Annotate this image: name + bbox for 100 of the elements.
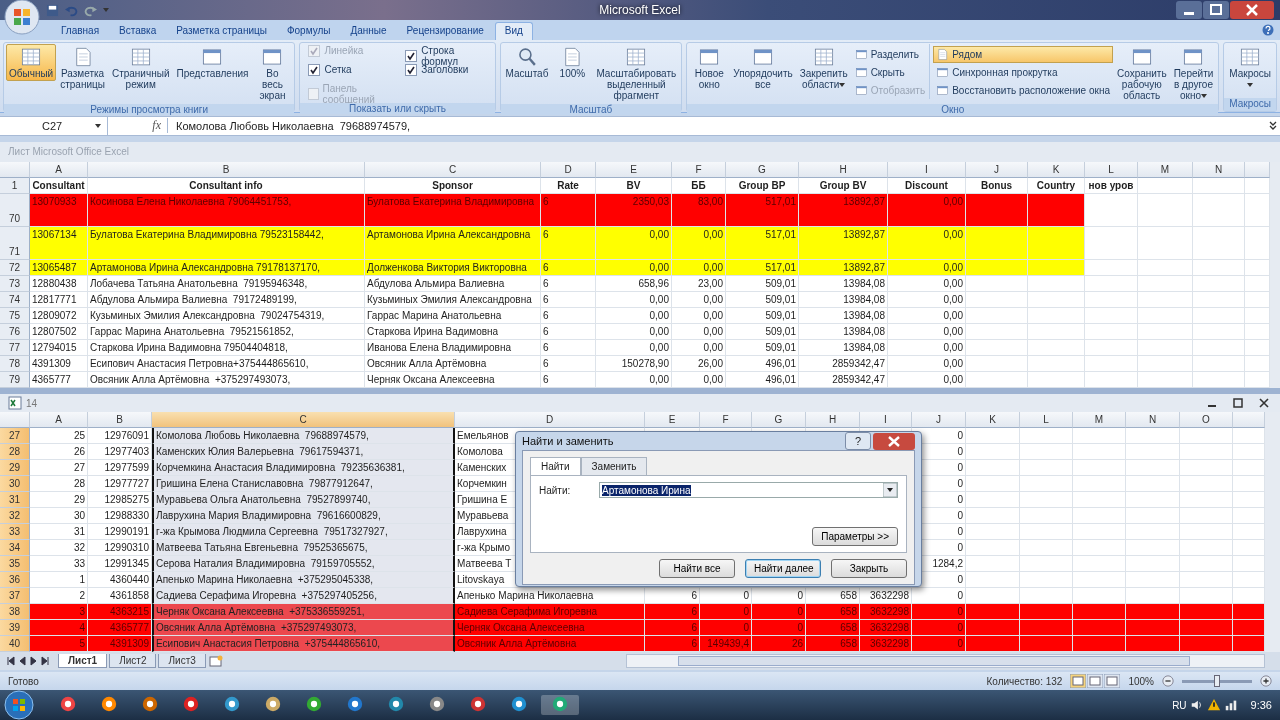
- row-header[interactable]: 29: [0, 460, 30, 477]
- column-header[interactable]: O: [1180, 412, 1233, 429]
- column-header[interactable]: A: [30, 412, 88, 429]
- sheet-tab[interactable]: Лист1: [58, 654, 108, 669]
- ribbon-button[interactable]: Макросы: [1226, 43, 1274, 92]
- scrollbar[interactable]: [1270, 161, 1280, 389]
- ribbon-button[interactable]: Обычный: [6, 43, 57, 81]
- new-sheet-icon[interactable]: [207, 655, 224, 668]
- ribbon-button[interactable]: Масштабировать выделенный фрагмент: [593, 43, 680, 103]
- zoom-in-icon[interactable]: [1260, 675, 1272, 688]
- column-header[interactable]: N: [1126, 412, 1180, 429]
- start-button[interactable]: [4, 690, 34, 720]
- expand-icon[interactable]: [1268, 119, 1278, 132]
- ribbon-button[interactable]: Перейти в другое окно: [1170, 43, 1217, 103]
- app-icon[interactable]: [141, 695, 159, 713]
- restore-icon[interactable]: [1232, 397, 1244, 410]
- checkbox-option[interactable]: Сетка: [308, 63, 396, 76]
- row-header[interactable]: 31: [0, 492, 30, 509]
- ribbon-tab[interactable]: Главная: [52, 22, 109, 40]
- sheet-tab[interactable]: Лист2: [109, 654, 157, 669]
- find-field[interactable]: Артамонова Ирина: [599, 482, 898, 499]
- row-header[interactable]: 37: [0, 588, 30, 605]
- ribbon-button[interactable]: Новое окно: [689, 43, 730, 92]
- checkbox[interactable]: [308, 63, 321, 76]
- zoom-level[interactable]: 100%: [1128, 675, 1154, 687]
- network-icon[interactable]: [1223, 698, 1238, 712]
- row-header[interactable]: 27: [0, 428, 30, 445]
- ribbon-button[interactable]: Синхронная прокрутка: [933, 63, 1113, 81]
- ribbon-button[interactable]: Масштаб: [502, 43, 552, 81]
- column-header[interactable]: C: [152, 412, 455, 429]
- maximize-button[interactable]: [1203, 1, 1229, 19]
- ribbon-button[interactable]: Восстановить расположение окна: [933, 81, 1113, 99]
- function-button[interactable]: fx: [108, 118, 168, 134]
- ribbon-tab[interactable]: Данные: [341, 22, 396, 40]
- ribbon-button[interactable]: Представления: [173, 43, 252, 81]
- ribbon-tab[interactable]: Разметка страницы: [167, 22, 276, 40]
- warning-icon[interactable]: [1206, 698, 1221, 712]
- close-button[interactable]: [873, 432, 915, 450]
- checkbox-option[interactable]: Строка формул: [405, 44, 487, 67]
- app-icon[interactable]: [510, 695, 528, 713]
- zoom-out-icon[interactable]: [1162, 675, 1174, 688]
- ribbon-tab[interactable]: Рецензирование: [397, 22, 493, 40]
- help-icon[interactable]: [1262, 23, 1274, 36]
- dialog-tab[interactable]: Найти: [530, 457, 581, 476]
- column-header[interactable]: K: [966, 412, 1020, 429]
- ribbon-button[interactable]: Страничный режим: [108, 43, 173, 92]
- column-header[interactable]: L: [1020, 412, 1073, 429]
- save-icon[interactable]: [46, 3, 59, 17]
- row-header[interactable]: 33: [0, 524, 30, 541]
- scrollbar[interactable]: [625, 654, 1265, 669]
- checkbox[interactable]: [405, 63, 418, 76]
- row-header[interactable]: 34: [0, 540, 30, 557]
- formula-field[interactable]: Комолова Любовь Николаевна 79688974579,: [168, 119, 1268, 132]
- sheet-navigation-icon[interactable]: [6, 656, 50, 667]
- scrollbar[interactable]: [1265, 412, 1280, 653]
- ribbon-button[interactable]: Рядом: [933, 45, 1113, 63]
- app-icon[interactable]: [428, 695, 446, 713]
- row-header[interactable]: 38: [0, 604, 30, 621]
- app-icon[interactable]: [182, 695, 200, 713]
- dialog-button[interactable]: Найти все: [659, 559, 735, 579]
- column-header[interactable]: F: [700, 412, 752, 429]
- column-header[interactable]: M: [1073, 412, 1126, 429]
- row-header[interactable]: 32: [0, 508, 30, 525]
- ribbon-tab[interactable]: Формулы: [277, 22, 340, 40]
- ribbon-button[interactable]: Закрепить области: [796, 43, 851, 92]
- language-indicator[interactable]: RU: [1172, 699, 1187, 711]
- column-header[interactable]: J: [912, 412, 966, 429]
- row-header[interactable]: 40: [0, 636, 30, 653]
- ribbon-button[interactable]: Сохранить рабочую область: [1113, 43, 1170, 103]
- ribbon-button[interactable]: Скрыть: [851, 63, 929, 81]
- row-header[interactable]: 28: [0, 444, 30, 461]
- dialog-tab[interactable]: Заменить: [580, 457, 648, 476]
- column-header[interactable]: B: [88, 412, 152, 429]
- close-icon[interactable]: [1258, 397, 1270, 410]
- ribbon-button[interactable]: Упорядочить все: [730, 43, 796, 92]
- close-button[interactable]: [1230, 1, 1274, 19]
- row-header[interactable]: 36: [0, 572, 30, 589]
- ribbon-tab[interactable]: Вид: [494, 21, 533, 40]
- dialog-button[interactable]: Закрыть: [831, 559, 907, 579]
- row-header[interactable]: 30: [0, 476, 30, 493]
- app-icon[interactable]: [469, 695, 487, 713]
- sheet-tab[interactable]: Лист3: [158, 654, 206, 669]
- ribbon-button[interactable]: Во весь экран: [252, 43, 293, 103]
- column-header[interactable]: E: [645, 412, 700, 429]
- column-header[interactable]: D: [455, 412, 645, 429]
- app-icon[interactable]: [59, 695, 77, 713]
- minimize-button[interactable]: [1176, 1, 1202, 19]
- column-header[interactable]: G: [752, 412, 806, 429]
- ribbon-tab[interactable]: Вставка: [110, 22, 166, 40]
- help-button[interactable]: ?: [845, 432, 871, 451]
- app-icon[interactable]: [346, 695, 364, 713]
- ribbon-button[interactable]: 100%: [552, 43, 593, 81]
- row-header[interactable]: 71: [0, 226, 30, 260]
- row-header[interactable]: 70: [0, 193, 30, 227]
- slider-thumb[interactable]: [1214, 674, 1220, 687]
- ribbon-button[interactable]: Разделить: [851, 45, 929, 63]
- options-button[interactable]: Параметры >>: [812, 527, 898, 547]
- row-header[interactable]: 35: [0, 556, 30, 573]
- checkbox[interactable]: [405, 49, 418, 62]
- dropdown-icon[interactable]: [883, 483, 897, 498]
